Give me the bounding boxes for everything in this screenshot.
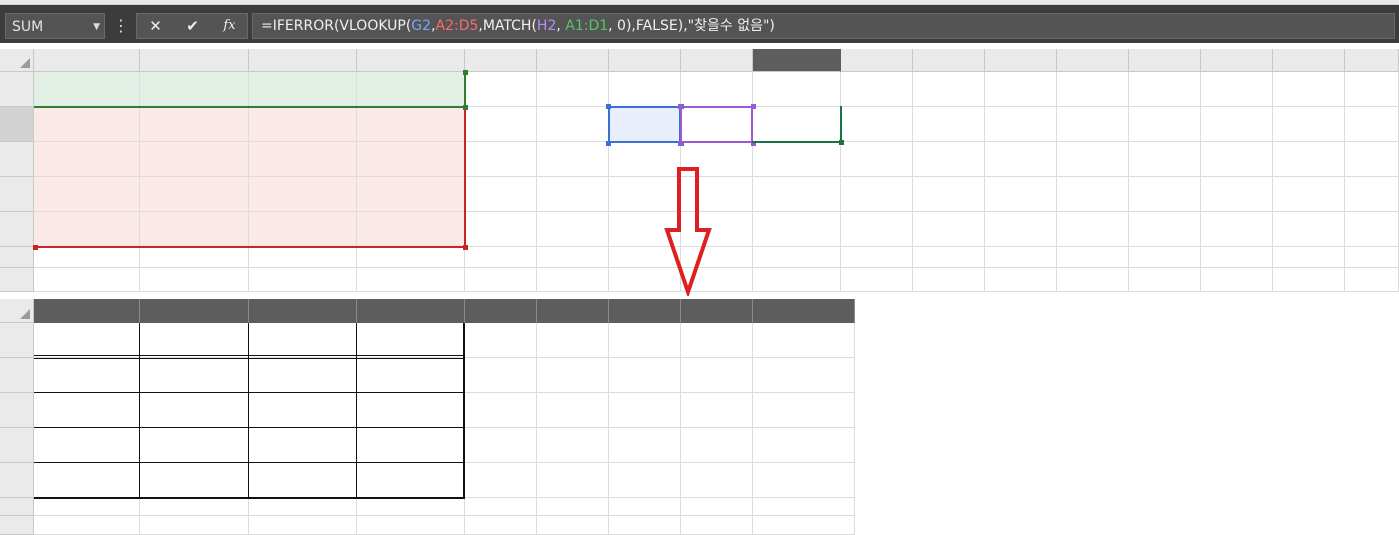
column-header-H[interactable]: [681, 299, 753, 323]
gridline-v: [536, 323, 537, 535]
column-header-G[interactable]: [609, 299, 681, 323]
table-inner-border-h: [34, 462, 465, 463]
range-handle[interactable]: [678, 104, 683, 109]
select-all-triangle-icon[interactable]: [20, 58, 30, 68]
row-header-2[interactable]: [0, 107, 34, 142]
header-double-border: [34, 355, 465, 359]
name-box-value: SUM: [12, 19, 44, 35]
column-header-D[interactable]: [357, 49, 465, 72]
row-header-3[interactable]: [0, 142, 34, 177]
lookup-name-cell-g2[interactable]: [608, 106, 681, 143]
insert-function-icon[interactable]: fx: [211, 14, 248, 38]
gridline-v: [1128, 72, 1129, 292]
column-header-Q[interactable]: [1345, 49, 1399, 72]
gridline-v: [1200, 72, 1201, 292]
row-header-1[interactable]: [0, 72, 34, 107]
range-handle[interactable]: [606, 141, 611, 146]
gridline-v: [984, 72, 985, 292]
gridline-v: [536, 72, 537, 292]
down-arrow-icon: [664, 167, 712, 296]
formula-segment: G2: [411, 18, 432, 34]
row-header-5[interactable]: [0, 463, 34, 498]
column-header-P[interactable]: [1273, 49, 1345, 72]
row-header-6[interactable]: [0, 247, 34, 268]
gridline-v: [1056, 72, 1057, 292]
name-box-dropdown-icon[interactable]: ▼: [93, 14, 100, 40]
header-range-border: [34, 72, 466, 108]
row-header-3[interactable]: [0, 393, 34, 428]
column-header-I[interactable]: [753, 299, 855, 323]
table-inner-border-v: [356, 323, 357, 499]
gridline-v: [840, 72, 841, 292]
column-header-D[interactable]: [357, 299, 465, 323]
gridline-v: [752, 323, 753, 535]
column-header-M[interactable]: [1057, 49, 1129, 72]
table-inner-border-v: [139, 323, 140, 499]
gridline-v: [608, 323, 609, 535]
gridline-v: [1344, 72, 1345, 292]
column-header-A[interactable]: [34, 49, 140, 72]
cancel-x-icon[interactable]: ✕: [137, 14, 174, 38]
formula-input[interactable]: =IFERROR(VLOOKUP(G2,A2:D5,MATCH(H2, A1:D…: [252, 13, 1395, 39]
enter-check-icon[interactable]: ✔: [174, 14, 211, 38]
column-header-L[interactable]: [985, 49, 1057, 72]
column-header-H[interactable]: [681, 49, 753, 72]
column-header-B[interactable]: [140, 299, 249, 323]
column-header-E[interactable]: [465, 49, 537, 72]
row-header-4[interactable]: [0, 177, 34, 212]
select-all-triangle-icon[interactable]: [20, 309, 30, 319]
row-header-5[interactable]: [0, 212, 34, 247]
column-header-E[interactable]: [465, 299, 537, 323]
data-range-border: [34, 107, 466, 248]
table-inner-border-v: [248, 323, 249, 499]
column-header-C[interactable]: [249, 49, 357, 72]
formula-segment: A2:D5: [435, 18, 479, 34]
fill-handle[interactable]: [839, 140, 844, 145]
gridline-v: [912, 72, 913, 292]
column-header-F[interactable]: [537, 49, 609, 72]
formula-segment: H2: [536, 18, 557, 34]
gridline-v: [1272, 72, 1273, 292]
gridline-h: [34, 515, 855, 516]
row-header-7[interactable]: [0, 268, 34, 292]
column-header-N[interactable]: [1129, 49, 1201, 72]
gridline-v: [680, 323, 681, 535]
formula-segment: , 0),FALSE),"찾을수 없음"): [608, 18, 775, 34]
range-handle[interactable]: [606, 104, 611, 109]
formula-button-group: ✕ ✔ fx: [136, 13, 248, 39]
name-box[interactable]: SUM ▼: [5, 13, 105, 39]
formula-segment: A1:D1: [565, 18, 609, 34]
range-handle[interactable]: [463, 245, 468, 250]
table-inner-border-h: [34, 427, 465, 428]
table-inner-border-h: [34, 392, 465, 393]
column-header-K[interactable]: [913, 49, 985, 72]
row-header-18[interactable]: [0, 516, 34, 535]
row-header-6[interactable]: [0, 498, 34, 516]
column-header-A[interactable]: [34, 299, 140, 323]
column-header-B[interactable]: [140, 49, 249, 72]
column-header-F[interactable]: [537, 299, 609, 323]
gridline-h: [34, 267, 1399, 268]
range-handle[interactable]: [463, 105, 468, 110]
range-handle[interactable]: [678, 141, 683, 146]
formula-segment: ,: [556, 18, 566, 34]
row-header-2[interactable]: [0, 358, 34, 393]
column-header-O[interactable]: [1201, 49, 1273, 72]
formula-segment: ,MATCH(: [478, 18, 537, 34]
more-dots-icon[interactable]: ⋮: [113, 15, 129, 37]
column-header-J[interactable]: [841, 49, 913, 72]
range-handle[interactable]: [463, 70, 468, 75]
column-header-I[interactable]: [753, 49, 841, 72]
gridline-v: [854, 323, 855, 535]
table-outer-border: [34, 323, 465, 499]
formula-bar: SUM ▼ ⋮ ✕ ✔ fx =IFERROR(VLOOKUP(G2, A2:D5,…: [0, 5, 1399, 43]
formula-segment: =IFERROR(VLOOKUP(: [261, 18, 412, 34]
range-handle[interactable]: [33, 245, 38, 250]
row-header-1[interactable]: [0, 323, 34, 358]
column-header-G[interactable]: [609, 49, 681, 72]
row-header-4[interactable]: [0, 428, 34, 463]
lookup-item-cell-h2[interactable]: [680, 106, 753, 143]
active-cell-i2[interactable]: [752, 106, 842, 143]
column-header-C[interactable]: [249, 299, 357, 323]
